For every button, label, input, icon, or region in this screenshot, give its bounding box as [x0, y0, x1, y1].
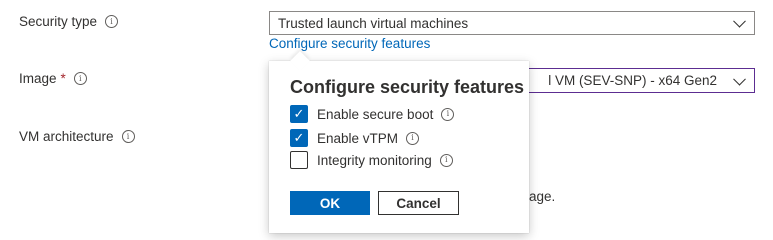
image-label: Image * i	[19, 71, 87, 86]
integrity-monitoring-option[interactable]: Integrity monitoring i	[290, 151, 453, 169]
integrity-monitoring-checkbox[interactable]	[290, 151, 308, 169]
info-icon[interactable]: i	[441, 107, 455, 121]
configure-security-features-link[interactable]: Configure security features	[269, 36, 430, 51]
secure-boot-checkbox[interactable]: ✓	[290, 105, 308, 123]
image-label-text: Image	[19, 71, 57, 86]
security-type-label: Security type i	[19, 14, 119, 29]
security-type-value: Trusted launch virtual machines	[278, 15, 469, 31]
chevron-down-icon	[733, 72, 746, 86]
popup-arrow	[290, 51, 310, 71]
ok-button[interactable]: OK	[290, 191, 370, 215]
info-icon[interactable]: i	[121, 130, 135, 143]
vm-architecture-label: VM architecture i	[19, 129, 135, 144]
cancel-button[interactable]: Cancel	[378, 191, 459, 215]
check-icon: ✓	[293, 106, 305, 121]
image-value: l VM (SEV-SNP) - x64 Gen2	[548, 73, 717, 88]
vm-architecture-label-text: VM architecture	[19, 129, 114, 144]
info-icon[interactable]: i	[105, 15, 119, 28]
check-icon: ✓	[293, 130, 305, 145]
secure-boot-label: Enable secure boot	[317, 106, 434, 122]
vtpm-option[interactable]: ✓ Enable vTPM i	[290, 129, 420, 147]
integrity-monitoring-label: Integrity monitoring	[317, 152, 432, 168]
vtpm-label: Enable vTPM	[317, 130, 399, 146]
configure-security-popup: Configure security features ✓ Enable sec…	[269, 51, 529, 233]
vtpm-checkbox[interactable]: ✓	[290, 129, 308, 147]
required-asterisk: *	[60, 71, 66, 86]
security-type-label-text: Security type	[19, 14, 98, 29]
security-type-dropdown[interactable]: Trusted launch virtual machines	[269, 11, 755, 35]
info-icon[interactable]: i	[439, 153, 453, 167]
info-icon[interactable]: i	[406, 131, 420, 145]
chevron-down-icon	[733, 14, 746, 28]
secure-boot-option[interactable]: ✓ Enable secure boot i	[290, 105, 455, 123]
info-icon[interactable]: i	[73, 72, 87, 85]
popup-title: Configure security features	[290, 77, 525, 97]
image-help-text: age.	[529, 189, 556, 204]
